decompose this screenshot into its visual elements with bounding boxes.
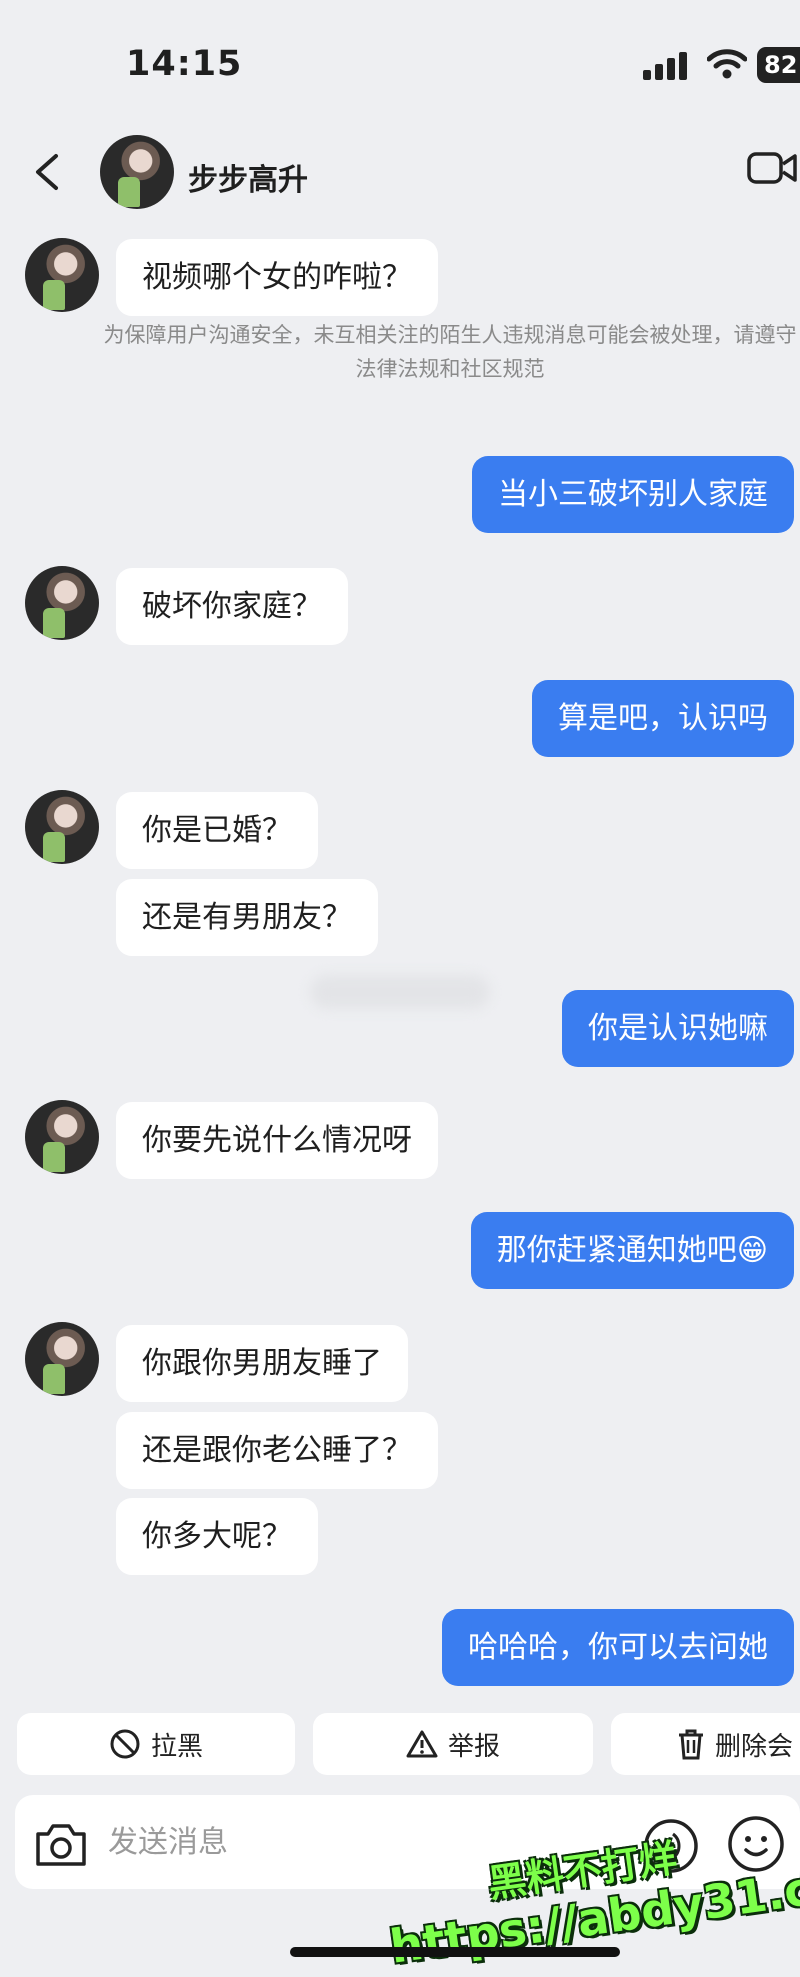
contact-avatar[interactable] [100, 135, 174, 209]
incoming-message[interactable]: 破坏你家庭？ [116, 568, 348, 645]
trash-icon [679, 1729, 703, 1760]
report-button[interactable]: 举报 [313, 1713, 593, 1775]
outgoing-message[interactable]: 你是认识她嘛 [562, 990, 794, 1067]
sender-avatar[interactable] [25, 1100, 99, 1174]
incoming-message[interactable]: 视频哪个女的咋啦？ [116, 239, 438, 316]
block-label: 拉黑 [150, 1731, 203, 1762]
sender-avatar[interactable] [25, 238, 99, 312]
outgoing-message[interactable]: 哈哈哈，你可以去问她 [442, 1609, 794, 1686]
safety-notice: 为保障用户沟通安全，未互相关注的陌生人违规消息可能会被处理，请遵守法律法规和社区… [103, 323, 797, 381]
emoji-icon[interactable] [727, 1815, 785, 1873]
message-input[interactable] [106, 1818, 540, 1866]
blurred-area [310, 975, 490, 1009]
sender-avatar[interactable] [25, 790, 99, 864]
delete-conversation-button[interactable]: 删除会 [611, 1713, 800, 1775]
video-call-icon[interactable] [747, 150, 797, 186]
incoming-message[interactable]: 你是已婚？ [116, 792, 318, 869]
incoming-message[interactable]: 你跟你男朋友睡了 [116, 1325, 408, 1402]
incoming-message[interactable]: 你要先说什么情况呀 [116, 1102, 438, 1179]
outgoing-message[interactable]: 算是吧，认识吗 [532, 680, 794, 757]
wifi-icon [707, 49, 747, 79]
delete-label: 删除会 [715, 1731, 794, 1762]
incoming-message[interactable]: 还是有男朋友？ [116, 879, 378, 956]
outgoing-message[interactable]: 当小三破坏别人家庭 [472, 456, 794, 533]
report-label: 举报 [447, 1731, 500, 1762]
back-arrow-icon[interactable] [30, 152, 66, 192]
battery-level: 82 [757, 47, 800, 83]
contact-name[interactable]: 步步高升 [188, 155, 308, 199]
warning-icon [406, 1730, 438, 1758]
block-icon [110, 1729, 140, 1759]
sender-avatar[interactable] [25, 1322, 99, 1396]
sender-avatar[interactable] [25, 566, 99, 640]
camera-icon[interactable] [34, 1820, 88, 1868]
incoming-message[interactable]: 你多大呢？ [116, 1498, 318, 1575]
incoming-message[interactable]: 还是跟你老公睡了？ [116, 1412, 438, 1489]
outgoing-message[interactable]: 那你赶紧通知她吧😁 [470, 1212, 794, 1289]
block-button[interactable]: 拉黑 [17, 1713, 295, 1775]
cellular-signal-icon [643, 52, 687, 80]
status-time: 14:15 [126, 44, 243, 84]
home-indicator[interactable] [290, 1947, 620, 1957]
